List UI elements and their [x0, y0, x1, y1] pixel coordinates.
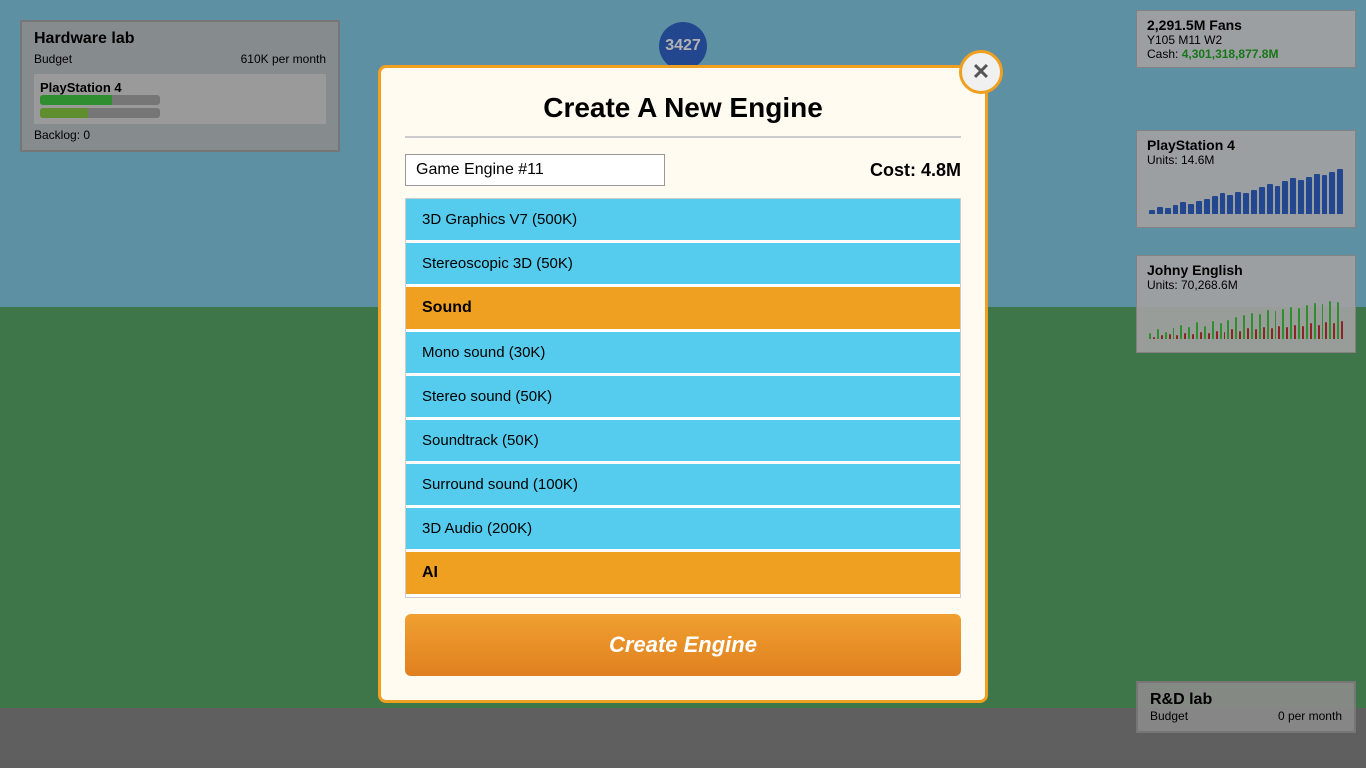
engine-name-input[interactable]	[405, 154, 665, 186]
feature-item[interactable]: Stereo sound (50K)	[406, 376, 960, 417]
feature-item[interactable]: Mono sound (30K)	[406, 332, 960, 373]
create-engine-button[interactable]: Create Engine	[405, 614, 961, 676]
feature-item[interactable]: 3D Graphics V7 (500K)	[406, 199, 960, 240]
modal-header-row: Cost: 4.8M	[405, 154, 961, 186]
feature-item[interactable]: Basic AI (50K)	[406, 597, 960, 598]
feature-category: AI	[406, 552, 960, 594]
create-engine-modal: ✕ Create A New Engine Cost: 4.8M 3D Grap…	[378, 65, 988, 703]
feature-item[interactable]: Stereoscopic 3D (50K)	[406, 243, 960, 284]
cost-label: Cost: 4.8M	[870, 160, 961, 181]
feature-item[interactable]: Soundtrack (50K)	[406, 420, 960, 461]
feature-category: Sound	[406, 287, 960, 329]
close-button[interactable]: ✕	[959, 50, 1003, 94]
modal-title: Create A New Engine	[405, 92, 961, 138]
feature-item[interactable]: Surround sound (100K)	[406, 464, 960, 505]
feature-item[interactable]: 3D Audio (200K)	[406, 508, 960, 549]
feature-list[interactable]: 3D Graphics V7 (500K)Stereoscopic 3D (50…	[405, 198, 961, 598]
